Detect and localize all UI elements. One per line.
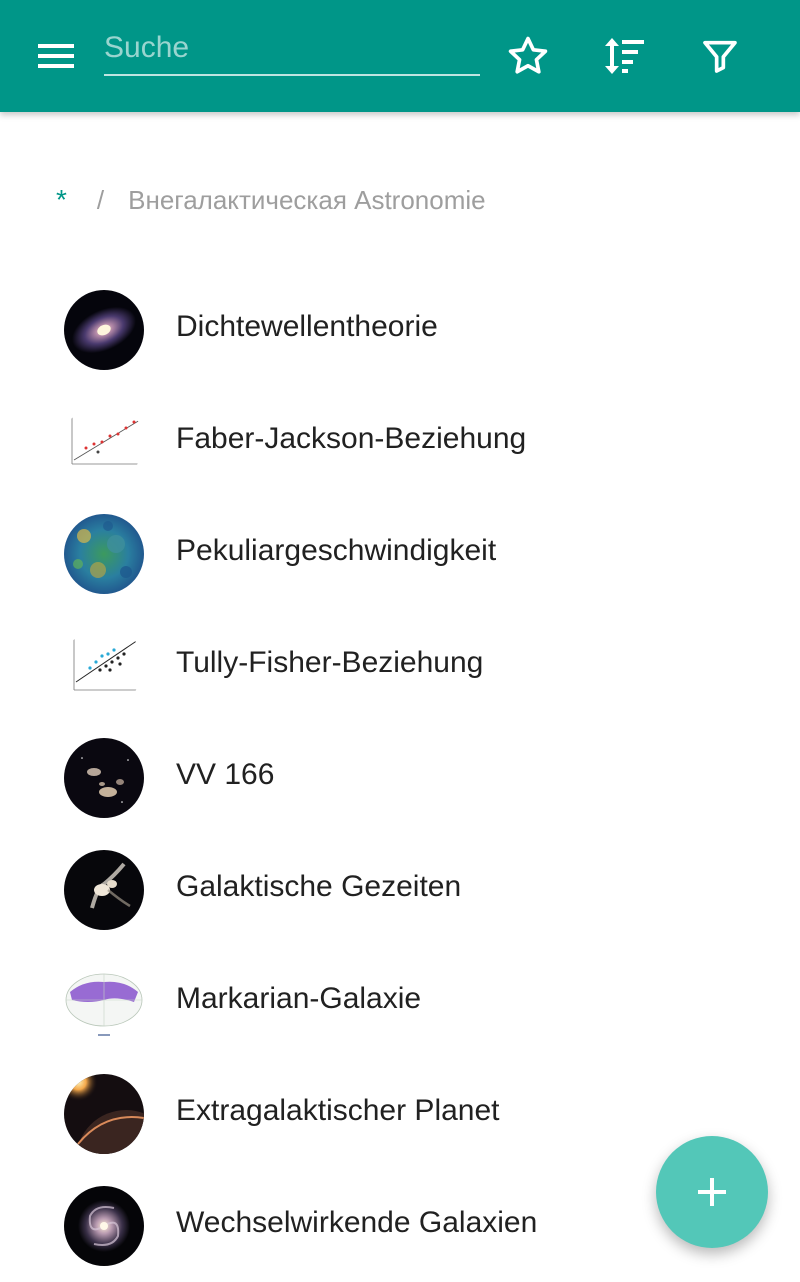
list-item-label: Dichtewellentheorie [176, 310, 438, 343]
galaxy-group-image [64, 738, 144, 818]
list-item-label: Faber-Jackson-Beziehung [176, 422, 527, 455]
breadcrumb-current: Внегалактическая Astronomie [128, 184, 486, 215]
category-list: Dichtewellentheorie Faber-Jackson-Bezieh… [0, 274, 800, 1282]
scatter-plot-image [64, 402, 144, 482]
sky-survey-map-image [64, 962, 144, 1042]
app-bar [0, 0, 800, 112]
sort-button[interactable] [596, 28, 652, 84]
hamburger-menu-icon [38, 44, 74, 68]
spiral-galaxy-image [64, 290, 144, 370]
list-item-label: Galaktische Gezeiten [176, 870, 462, 903]
menu-button[interactable] [22, 28, 90, 84]
list-item-label: Wechselwirkende Galaxien [176, 1206, 538, 1239]
add-button[interactable] [656, 1136, 768, 1248]
cosmic-background-map-image [64, 514, 144, 594]
list-item[interactable]: Tully-Fisher-Beziehung [0, 610, 800, 722]
list-item[interactable]: Galaktische Gezeiten [0, 834, 800, 946]
whirlpool-galaxy-image [64, 1186, 144, 1266]
filter-button[interactable] [692, 28, 748, 84]
breadcrumb: * / Внегалактическая Astronomie [56, 178, 486, 222]
list-item-label: Extragalaktischer Planet [176, 1094, 500, 1127]
breadcrumb-root-link[interactable]: * [56, 184, 67, 216]
search-input[interactable] [104, 22, 480, 76]
list-item[interactable]: VV 166 [0, 722, 800, 834]
list-item[interactable]: Markarian-Galaxie [0, 946, 800, 1058]
star-outline-icon [508, 36, 548, 74]
planet-illustration-image [64, 1074, 144, 1154]
list-item[interactable]: Dichtewellentheorie [0, 274, 800, 386]
list-item-label: Markarian-Galaxie [176, 982, 422, 1015]
search-field [104, 22, 480, 82]
filter-icon [703, 40, 737, 73]
plus-icon [698, 1178, 726, 1206]
sort-icon [605, 38, 644, 74]
list-item[interactable]: Faber-Jackson-Beziehung [0, 386, 800, 498]
regression-plot-image [64, 626, 144, 706]
list-item-label: VV 166 [176, 758, 275, 791]
interacting-galaxies-image [64, 850, 144, 930]
favorites-button[interactable] [500, 28, 556, 84]
list-item-label: Tully-Fisher-Beziehung [176, 646, 484, 679]
list-item[interactable]: Pekuliargeschwindigkeit [0, 498, 800, 610]
list-item-label: Pekuliargeschwindigkeit [176, 534, 497, 567]
breadcrumb-separator: / [96, 184, 105, 215]
